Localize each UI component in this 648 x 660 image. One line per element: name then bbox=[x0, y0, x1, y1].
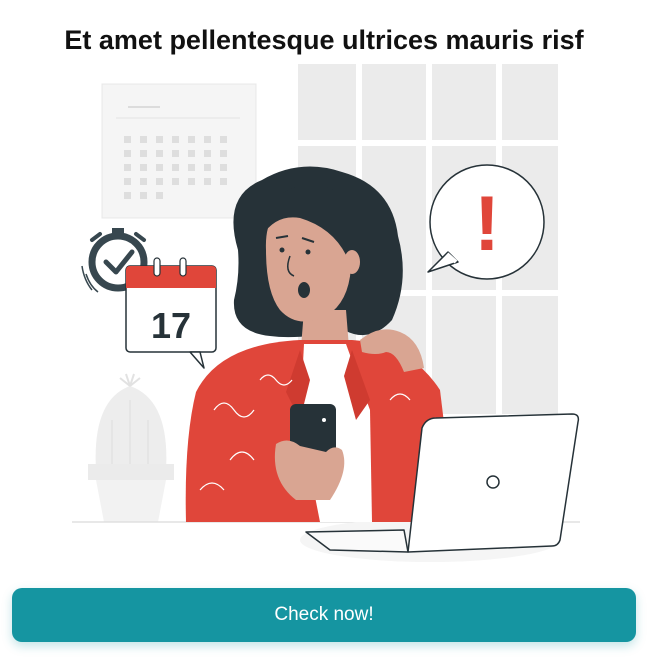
cactus-icon bbox=[88, 373, 174, 522]
speech-bubble-alert-icon: ! bbox=[427, 164, 545, 280]
calendar-icon: 17 bbox=[125, 257, 217, 369]
page-title: Et amet pellentesque ultrices mauris ris… bbox=[64, 25, 584, 56]
alert-mark: ! bbox=[474, 179, 500, 267]
illustration: ! 17 bbox=[72, 64, 580, 562]
check-now-button[interactable]: Check now! bbox=[12, 588, 636, 642]
wall-calendar-poster bbox=[101, 83, 257, 219]
calendar-day: 17 bbox=[151, 305, 191, 346]
